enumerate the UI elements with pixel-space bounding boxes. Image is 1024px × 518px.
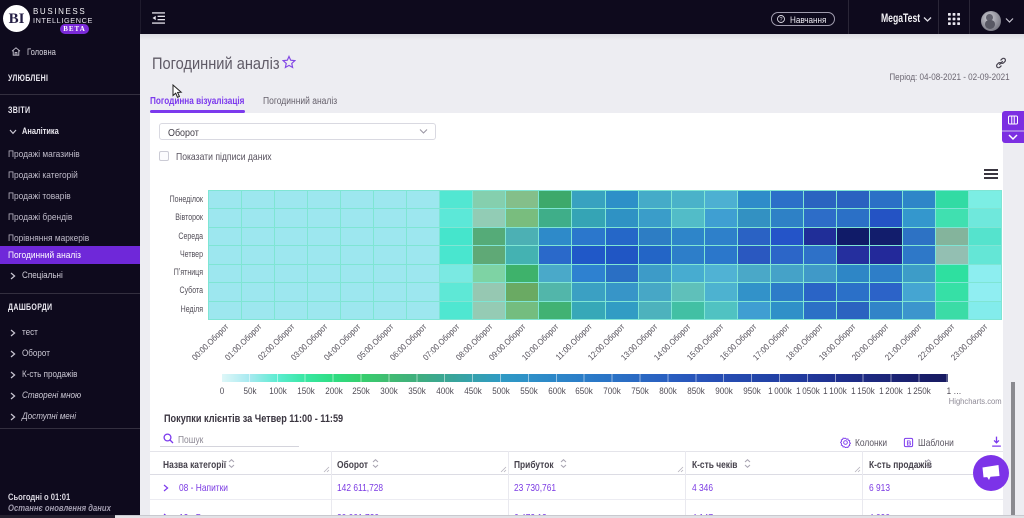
svg-text:?: ? [779,17,782,23]
